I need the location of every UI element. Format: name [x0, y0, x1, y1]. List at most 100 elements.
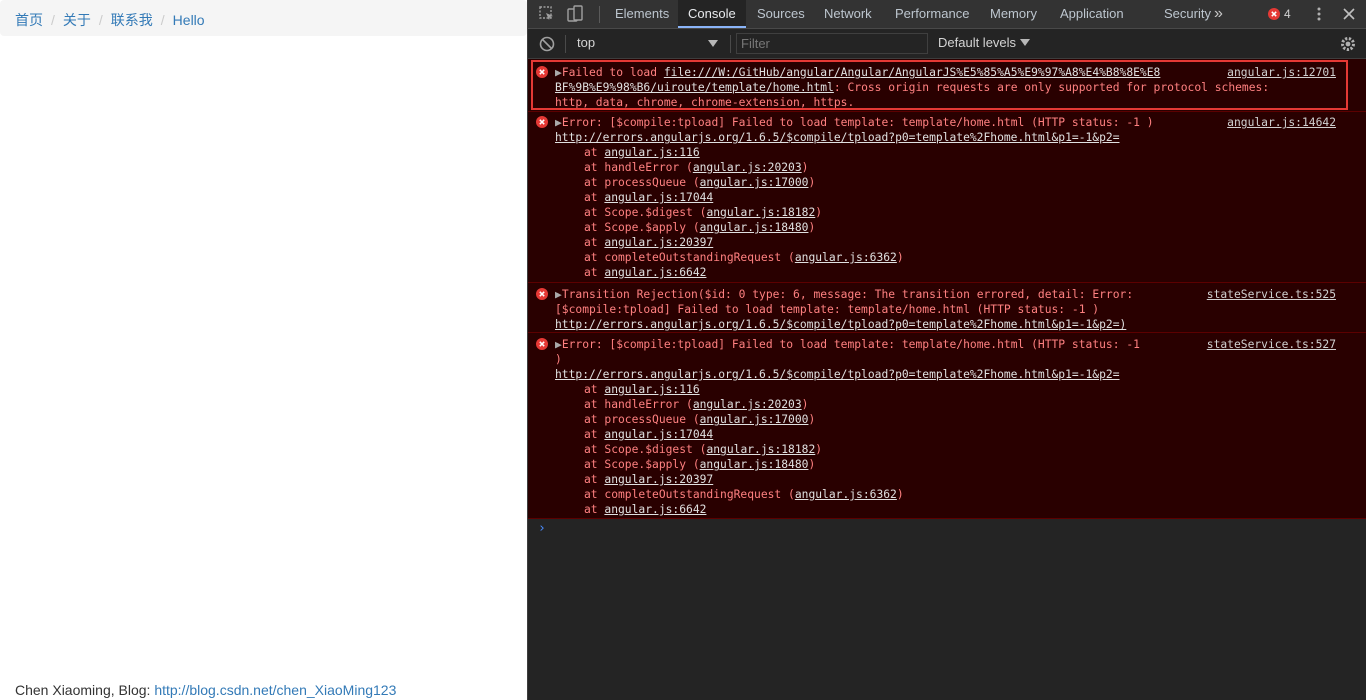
context-select[interactable]: top	[577, 35, 595, 50]
source-link[interactable]: stateService.ts:527	[1207, 337, 1336, 352]
expand-triangle-icon[interactable]: ▶	[555, 338, 562, 351]
stack-frame-link[interactable]: angular.js:18480	[700, 221, 809, 234]
tab-network[interactable]: Network	[824, 0, 872, 28]
stack-frame-text: at	[584, 236, 605, 249]
tab-console[interactable]: Console	[678, 0, 746, 28]
stack-frame: at angular.js:116	[584, 145, 700, 160]
stack-frame-text: at Scope.$apply (	[584, 221, 700, 234]
error-text: [$compile:tpload] Failed to load templat…	[555, 303, 1100, 316]
breadcrumb-separator: /	[98, 12, 103, 28]
stack-frame-link[interactable]: angular.js:20203	[693, 398, 802, 411]
breadcrumb-about-link[interactable]: 关于	[63, 12, 91, 28]
stack-frame-text: at	[584, 428, 605, 441]
tab-performance[interactable]: Performance	[895, 0, 969, 28]
source-link[interactable]: stateService.ts:525	[1207, 287, 1336, 302]
error-text: : Cross origin requests are only support…	[833, 81, 1270, 94]
filter-input[interactable]	[736, 33, 928, 54]
source-link[interactable]: angular.js:14642	[1227, 115, 1336, 130]
stack-frame-link[interactable]: angular.js:20397	[604, 473, 713, 486]
error-text: Transition Rejection($id: 0 type: 6, mes…	[561, 288, 1134, 301]
stack-frame-link[interactable]: angular.js:116	[604, 146, 699, 159]
breadcrumb: 首页 / 关于 / 联系我 / Hello	[0, 0, 527, 36]
stack-frame-text: )	[808, 458, 816, 471]
device-toolbar-icon[interactable]	[566, 5, 584, 23]
stack-frame: at Scope.$digest (angular.js:18182)	[584, 205, 822, 220]
levels-dropdown-icon[interactable]	[1020, 39, 1030, 47]
clear-console-icon[interactable]	[538, 35, 556, 53]
kebab-menu-icon[interactable]	[1310, 5, 1328, 23]
stack-frame-link[interactable]: angular.js:6362	[795, 251, 897, 264]
stack-frame-text: at handleError (	[584, 161, 693, 174]
stack-frame: at processQueue (angular.js:17000)	[584, 175, 815, 190]
stack-frame: at angular.js:17044	[584, 190, 713, 205]
stack-frame-text: )	[815, 443, 823, 456]
close-icon[interactable]	[1340, 5, 1358, 23]
stack-frame-link[interactable]: angular.js:17044	[604, 428, 713, 441]
tab-security[interactable]: Security	[1164, 0, 1211, 28]
log-levels-select[interactable]: Default levels	[938, 35, 1016, 50]
error-icon	[536, 338, 548, 350]
tab-elements[interactable]: Elements	[615, 0, 669, 28]
file-link[interactable]: BF%9B%E9%98%B6/uiroute/template/home.htm…	[555, 81, 834, 94]
stack-frame-link[interactable]: angular.js:17000	[700, 413, 809, 426]
error-count-icon[interactable]	[1268, 8, 1280, 20]
source-link[interactable]: angular.js:12701	[1227, 65, 1336, 80]
stack-frame-link[interactable]: angular.js:6362	[795, 488, 897, 501]
stack-frame-link[interactable]: angular.js:18182	[706, 206, 815, 219]
stack-frame-text: )	[896, 488, 904, 501]
stack-frame-text: )	[801, 161, 809, 174]
console-error-message[interactable]: ▶Failed to load file:///W:/GitHub/angula…	[528, 59, 1366, 112]
error-count-badge[interactable]: 4	[1284, 0, 1291, 28]
error-url-link[interactable]: http://errors.angularjs.org/1.6.5/$compi…	[555, 367, 1120, 382]
file-link[interactable]: file:///W:/GitHub/angular/Angular/Angula…	[664, 66, 1161, 79]
breadcrumb-home-link[interactable]: 首页	[15, 12, 43, 28]
stack-frame: at angular.js:6642	[584, 265, 706, 280]
breadcrumb-separator: /	[51, 12, 55, 28]
stack-frame-link[interactable]: angular.js:6642	[604, 503, 706, 516]
error-icon	[536, 116, 548, 128]
tab-memory[interactable]: Memory	[990, 0, 1037, 28]
stack-frame: at Scope.$apply (angular.js:18480)	[584, 457, 815, 472]
stack-frame-text: )	[815, 206, 823, 219]
stack-frame: at completeOutstandingRequest (angular.j…	[584, 250, 904, 265]
console-error-message[interactable]: ▶Error: [$compile:tpload] Failed to load…	[528, 333, 1366, 519]
error-url-link[interactable]: http://errors.angularjs.org/1.6.5/$compi…	[555, 317, 1126, 332]
stack-frame: at handleError (angular.js:20203)	[584, 160, 808, 175]
stack-frame-link[interactable]: angular.js:6642	[604, 266, 706, 279]
stack-frame: at processQueue (angular.js:17000)	[584, 412, 815, 427]
breadcrumb-contact-link[interactable]: 联系我	[111, 12, 153, 28]
footer-text: Chen Xiaoming, Blog:	[15, 682, 155, 698]
stack-frame-link[interactable]: angular.js:20397	[604, 236, 713, 249]
inspect-element-icon[interactable]	[538, 5, 556, 23]
stack-frame-text: at	[584, 266, 605, 279]
blog-link[interactable]: http://blog.csdn.net/chen_XiaoMing123	[154, 682, 396, 698]
console-error-message[interactable]: ▶Error: [$compile:tpload] Failed to load…	[528, 112, 1366, 283]
breadcrumb-hello-link[interactable]: Hello	[173, 12, 205, 28]
stack-frame: at angular.js:20397	[584, 235, 713, 250]
stack-frame-link[interactable]: angular.js:17000	[700, 176, 809, 189]
stack-frame-text: at processQueue (	[584, 176, 700, 189]
stack-frame-link[interactable]: angular.js:18182	[706, 443, 815, 456]
stack-frame-link[interactable]: angular.js:116	[604, 383, 699, 396]
gear-icon[interactable]	[1339, 35, 1357, 53]
error-icon	[536, 288, 548, 300]
stack-frame-link[interactable]: angular.js:20203	[693, 161, 802, 174]
stack-frame-text: )	[808, 176, 816, 189]
expand-triangle-icon[interactable]: ▶	[555, 116, 562, 129]
console-error-message[interactable]: ▶Transition Rejection($id: 0 type: 6, me…	[528, 283, 1366, 333]
stack-frame-link[interactable]: angular.js:18480	[700, 458, 809, 471]
stack-frame-link[interactable]: angular.js:17044	[604, 191, 713, 204]
more-tabs-icon[interactable]: »	[1214, 0, 1223, 28]
stack-frame-text: )	[808, 221, 816, 234]
expand-triangle-icon[interactable]: ▶	[555, 288, 562, 301]
context-dropdown-icon[interactable]	[708, 40, 718, 48]
tab-application[interactable]: Application	[1060, 0, 1124, 28]
expand-triangle-icon[interactable]: ▶	[555, 66, 562, 79]
stack-frame: at angular.js:17044	[584, 427, 713, 442]
devtools-tab-bar: Elements Console Sources Network Perform…	[528, 0, 1366, 29]
console-prompt[interactable]: ›	[538, 521, 546, 536]
error-url-link[interactable]: http://errors.angularjs.org/1.6.5/$compi…	[555, 130, 1120, 145]
error-text: http, data, chrome, chrome-extension, ht…	[555, 96, 855, 109]
stack-frame-text: at processQueue (	[584, 413, 700, 426]
tab-sources[interactable]: Sources	[757, 0, 805, 28]
